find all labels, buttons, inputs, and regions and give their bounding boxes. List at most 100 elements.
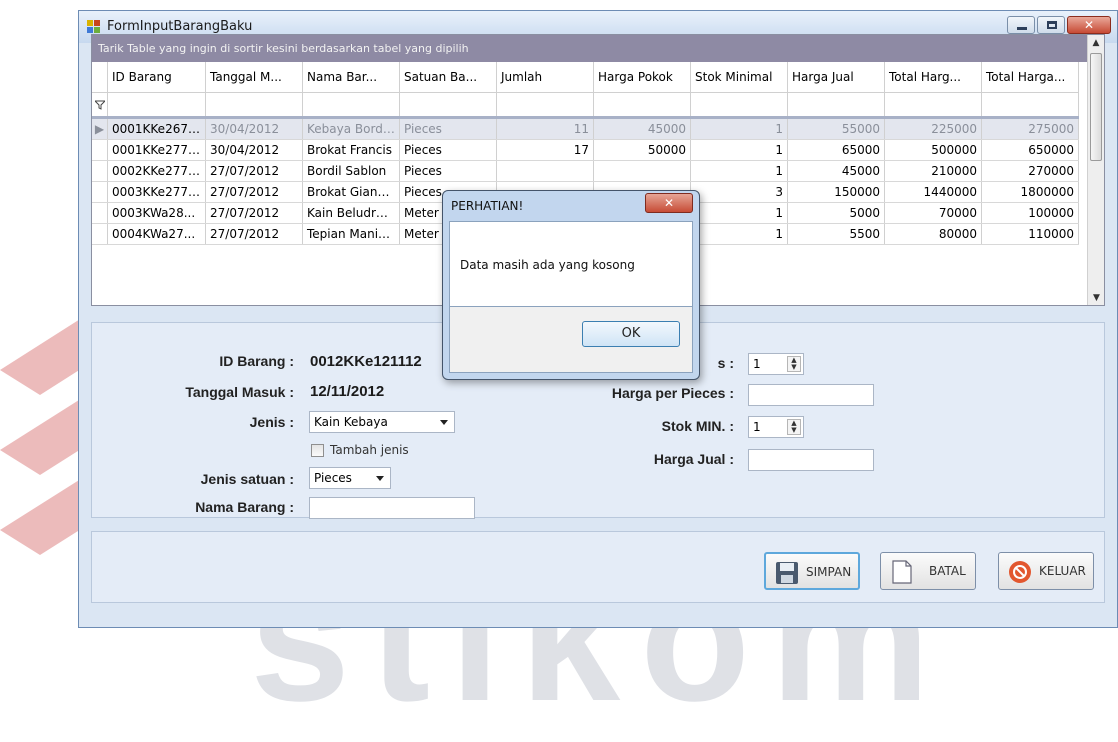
table-row[interactable]: ▶ 0001KKe26712 30/04/2012 Kebaya Bordi..… [92, 119, 1079, 140]
nama-barang-input[interactable] [309, 497, 475, 519]
jenis-satuan-dropdown[interactable]: Pieces [309, 467, 391, 489]
scroll-down-icon[interactable]: ▼ [1088, 290, 1104, 305]
cell-total-1[interactable]: 70000 [885, 203, 982, 223]
column-header[interactable]: Satuan Ba... [400, 62, 497, 92]
cell-total-1[interactable]: 1440000 [885, 182, 982, 202]
cell-tanggal[interactable]: 30/04/2012 [206, 119, 303, 139]
simpan-button[interactable]: SIMPAN [764, 552, 860, 590]
cell-id[interactable]: 0004KWa27... [108, 224, 206, 244]
blank-document-icon [892, 560, 912, 584]
cell-harga-jual[interactable]: 5500 [788, 224, 885, 244]
cell-harga-jual[interactable]: 5000 [788, 203, 885, 223]
scroll-up-icon[interactable]: ▲ [1088, 35, 1104, 52]
cell-total-1[interactable]: 80000 [885, 224, 982, 244]
column-header[interactable]: Harga Pokok [594, 62, 691, 92]
filter-cell[interactable] [885, 93, 982, 116]
tambah-jenis-checkbox[interactable] [311, 444, 324, 457]
cell-total-2[interactable]: 650000 [982, 140, 1079, 160]
cell-harga-pokok[interactable] [594, 161, 691, 181]
batal-button[interactable]: BATAL [880, 552, 976, 590]
grid-vertical-scrollbar[interactable]: ▲ ▼ [1087, 35, 1104, 305]
spin-updown-icon[interactable]: ▲ ▼ [787, 419, 801, 435]
cell-nama[interactable]: Bordil Sablon [303, 161, 400, 181]
cell-nama[interactable]: Brokat Gianyar [303, 182, 400, 202]
cell-id[interactable]: 0003KWa28... [108, 203, 206, 223]
cell-stok-min[interactable]: 1 [691, 140, 788, 160]
header-selector [92, 62, 108, 92]
cell-stok-min[interactable]: 1 [691, 203, 788, 223]
minimize-button[interactable] [1007, 16, 1035, 34]
cell-total-2[interactable]: 270000 [982, 161, 1079, 181]
cell-total-1[interactable]: 210000 [885, 161, 982, 181]
maximize-button[interactable] [1037, 16, 1065, 34]
filter-cell[interactable] [594, 93, 691, 116]
cell-satuan[interactable]: Pieces [400, 161, 497, 181]
filter-cell[interactable] [400, 93, 497, 116]
filter-cell[interactable] [691, 93, 788, 116]
filter-cell[interactable] [788, 93, 885, 116]
column-header[interactable]: Total Harga... [982, 62, 1079, 92]
cell-total-1[interactable]: 500000 [885, 140, 982, 160]
cell-id[interactable]: 0002KKe27712 [108, 161, 206, 181]
filter-cell[interactable] [303, 93, 400, 116]
column-header[interactable]: Harga Jual [788, 62, 885, 92]
cell-total-2[interactable]: 110000 [982, 224, 1079, 244]
app-icon [87, 20, 100, 33]
cell-harga-jual[interactable]: 55000 [788, 119, 885, 139]
column-header[interactable]: Jumlah [497, 62, 594, 92]
spin-updown-icon[interactable]: ▲ ▼ [787, 356, 801, 372]
column-header[interactable]: Nama Bar... [303, 62, 400, 92]
cell-tanggal[interactable]: 27/07/2012 [206, 224, 303, 244]
ok-button[interactable]: OK [582, 321, 680, 347]
cell-stok-min[interactable]: 1 [691, 224, 788, 244]
cell-satuan[interactable]: Pieces [400, 140, 497, 160]
filter-cell[interactable] [497, 93, 594, 116]
cell-satuan[interactable]: Pieces [400, 119, 497, 139]
cell-nama[interactable]: Kain Beludru ... [303, 203, 400, 223]
cell-harga-pokok[interactable]: 50000 [594, 140, 691, 160]
cell-tanggal[interactable]: 27/07/2012 [206, 182, 303, 202]
cell-jumlah[interactable]: 11 [497, 119, 594, 139]
cell-stok-min[interactable]: 1 [691, 119, 788, 139]
cell-harga-jual[interactable]: 65000 [788, 140, 885, 160]
cell-id[interactable]: 0001KKe26712 [108, 119, 206, 139]
filter-cell[interactable] [108, 93, 206, 116]
cell-id[interactable]: 0001KKe27712 [108, 140, 206, 160]
cell-jumlah[interactable]: 17 [497, 140, 594, 160]
close-window-button[interactable]: ✕ [1067, 16, 1111, 34]
table-row[interactable]: 0002KKe27712 27/07/2012 Bordil Sablon Pi… [92, 161, 1079, 182]
cell-jumlah[interactable] [497, 161, 594, 181]
cell-nama[interactable]: Kebaya Bordi... [303, 119, 400, 139]
cell-tanggal[interactable]: 30/04/2012 [206, 140, 303, 160]
cell-id[interactable]: 0003KKe27712 [108, 182, 206, 202]
cell-nama[interactable]: Tepian Manik... [303, 224, 400, 244]
filter-cell[interactable] [982, 93, 1079, 116]
column-header[interactable]: Stok Minimal [691, 62, 788, 92]
cell-harga-pokok[interactable]: 45000 [594, 119, 691, 139]
harga-per-pieces-input[interactable] [748, 384, 874, 406]
stok-min-spinner[interactable]: 1 ▲ ▼ [748, 416, 804, 438]
cell-harga-jual[interactable]: 150000 [788, 182, 885, 202]
cell-total-2[interactable]: 100000 [982, 203, 1079, 223]
jenis-dropdown[interactable]: Kain Kebaya [309, 411, 455, 433]
harga-jual-input[interactable] [748, 449, 874, 471]
cell-total-1[interactable]: 225000 [885, 119, 982, 139]
scroll-thumb[interactable] [1090, 53, 1102, 161]
cell-tanggal[interactable]: 27/07/2012 [206, 203, 303, 223]
cell-tanggal[interactable]: 27/07/2012 [206, 161, 303, 181]
cell-stok-min[interactable]: 1 [691, 161, 788, 181]
dialog-close-button[interactable]: ✕ [645, 193, 693, 213]
filter-cell[interactable] [206, 93, 303, 116]
group-by-panel[interactable]: Tarik Table yang ingin di sortir kesini … [92, 35, 1104, 62]
column-header[interactable]: ID Barang [108, 62, 206, 92]
table-row[interactable]: 0001KKe27712 30/04/2012 Brokat Francis P… [92, 140, 1079, 161]
column-header[interactable]: Total Harg... [885, 62, 982, 92]
cell-harga-jual[interactable]: 45000 [788, 161, 885, 181]
cell-total-2[interactable]: 1800000 [982, 182, 1079, 202]
cell-nama[interactable]: Brokat Francis [303, 140, 400, 160]
cell-stok-min[interactable]: 3 [691, 182, 788, 202]
column-header[interactable]: Tanggal M... [206, 62, 303, 92]
keluar-button[interactable]: KELUAR [998, 552, 1094, 590]
jumlah-spinner[interactable]: 1 ▲ ▼ [748, 353, 804, 375]
cell-total-2[interactable]: 275000 [982, 119, 1079, 139]
